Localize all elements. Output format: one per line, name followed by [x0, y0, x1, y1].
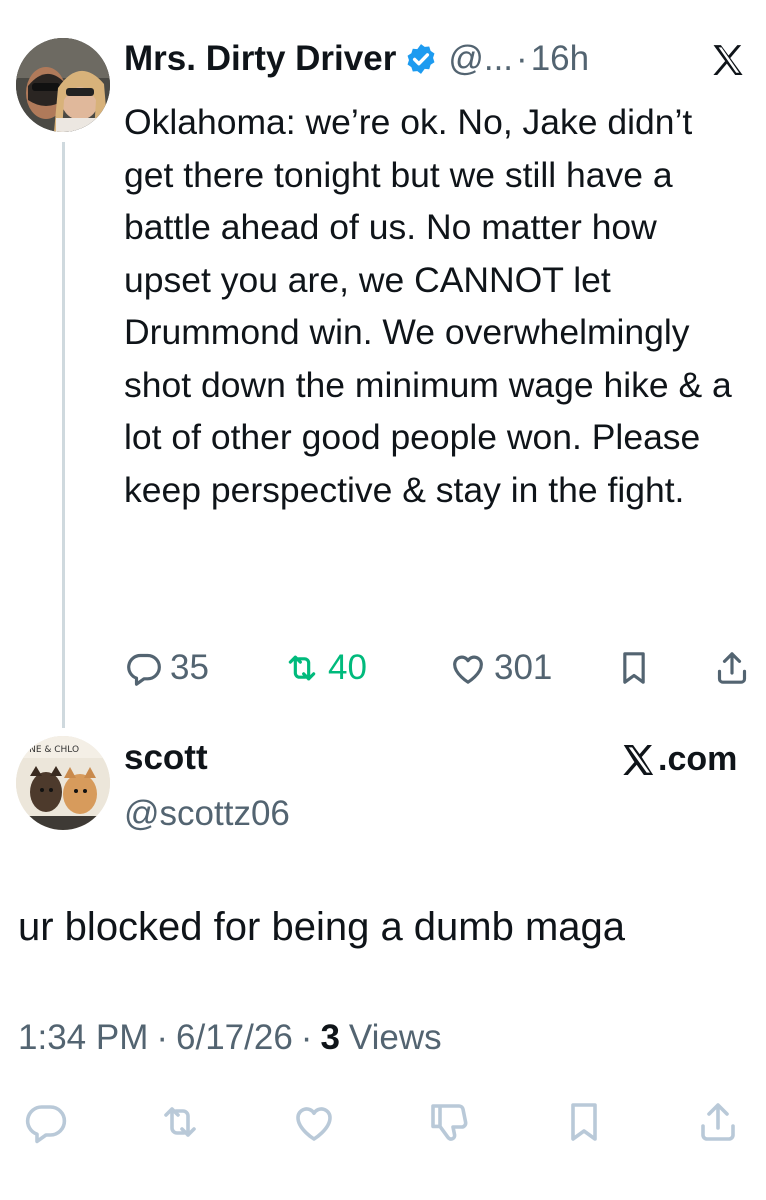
retweet-icon — [164, 1107, 196, 1137]
retweet-icon — [288, 655, 316, 681]
thumbs-down-icon — [431, 1104, 468, 1141]
reply-card-reply-action[interactable] — [22, 1098, 70, 1146]
reply-meta: 1:34 PM · 6/17/26 · 3 Views — [18, 1018, 442, 1058]
like-action[interactable]: 301 — [448, 645, 552, 691]
reply-action[interactable]: 35 — [124, 645, 209, 691]
author-handle[interactable]: @... — [448, 39, 513, 79]
bookmark-action[interactable] — [614, 645, 654, 691]
author-avatar[interactable] — [16, 38, 110, 132]
reply-author-handle[interactable]: @scottz06 — [124, 794, 290, 834]
like-count: 301 — [494, 648, 553, 687]
x-logo-icon — [623, 744, 654, 775]
tweet-time-ago[interactable]: 16h — [531, 39, 589, 79]
verified-badge-icon — [407, 44, 435, 74]
reply-card-dislike-action[interactable] — [426, 1098, 474, 1146]
meta-separator: · — [300, 1018, 313, 1057]
reply-icon — [127, 653, 161, 686]
share-icon — [701, 1103, 735, 1141]
reply-author-avatar[interactable]: ONE & CHLO — [16, 736, 110, 830]
reply-card-retweet-action[interactable] — [156, 1098, 204, 1146]
thread-connector-line — [62, 142, 65, 728]
avatar-photo — [16, 38, 110, 132]
header-separator: · — [516, 39, 528, 78]
tweet-body: Oklahoma: we’re ok. No, Jake didn’t get … — [124, 102, 732, 510]
x-com-brand[interactable]: .com — [620, 740, 737, 779]
reply-time[interactable]: 1:34 PM — [18, 1018, 148, 1058]
share-icon — [717, 652, 747, 684]
reply-author-name[interactable]: scott — [124, 738, 208, 778]
bookmark-icon — [623, 652, 645, 684]
avatar-photo: ONE & CHLO — [16, 736, 110, 830]
views-count: 3 — [320, 1018, 340, 1057]
like-icon — [296, 1107, 332, 1141]
reply-date[interactable]: 6/17/26 — [176, 1018, 293, 1058]
retweet-action[interactable]: 40 — [282, 645, 367, 691]
reply-icon — [25, 1105, 67, 1144]
bookmark-icon — [571, 1103, 597, 1141]
meta-separator: · — [156, 1018, 169, 1057]
views-label: Views — [348, 1018, 442, 1057]
author-display-name[interactable]: Mrs. Dirty Driver — [124, 39, 396, 79]
brand-domain: .com — [658, 740, 738, 778]
share-action[interactable] — [712, 645, 752, 691]
avatar-caption: ONE & CHLO — [22, 745, 79, 755]
reply-body: ur blocked for being a dumb maga — [18, 905, 626, 949]
reply-card-share-action[interactable] — [694, 1098, 742, 1146]
retweet-count: 40 — [328, 648, 367, 687]
reply-card-like-action[interactable] — [290, 1098, 338, 1146]
reply-card-bookmark-action[interactable] — [560, 1098, 608, 1146]
like-icon — [453, 655, 483, 684]
x-logo-icon[interactable] — [702, 43, 752, 77]
reply-count: 35 — [170, 648, 209, 687]
tweet-header: Mrs. Dirty Driver @... · 16h — [124, 34, 589, 84]
